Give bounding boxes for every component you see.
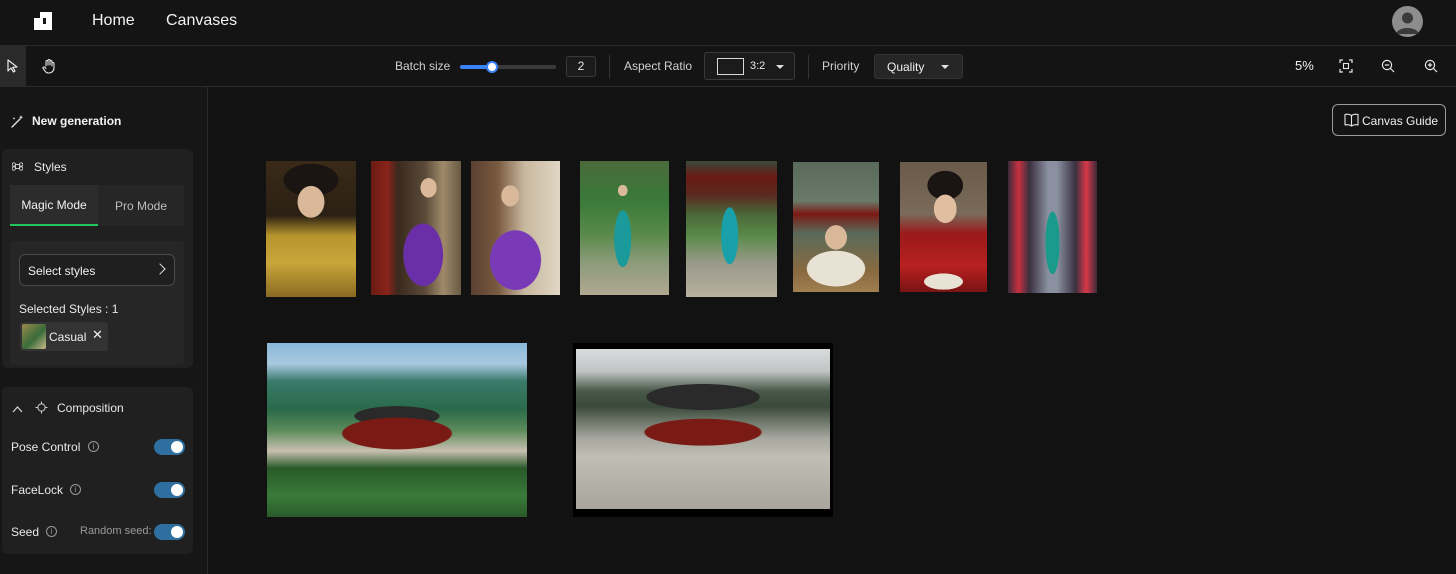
user-silhouette-icon — [1396, 12, 1419, 34]
tab-pro-mode[interactable]: Pro Mode — [98, 185, 184, 226]
tab-magic-mode[interactable]: Magic Mode — [10, 185, 98, 226]
generated-image-5[interactable] — [686, 161, 777, 297]
batch-size-slider-thumb[interactable] — [485, 61, 498, 73]
book-icon — [1344, 113, 1359, 127]
zoom-in-button[interactable] — [1421, 56, 1441, 76]
priority-label: Priority — [822, 59, 860, 73]
new-generation-button[interactable]: New generation — [10, 111, 121, 131]
zoom-level: 5% — [1295, 58, 1314, 73]
crosshair-icon — [35, 401, 48, 414]
aspect-ratio-value: 3:2 — [750, 60, 766, 72]
top-navigation-bar: Home Canvases — [0, 0, 1456, 46]
user-avatar[interactable] — [1392, 6, 1423, 37]
aspect-ratio-select[interactable]: 3:2 — [704, 52, 795, 80]
batch-size-input[interactable]: 2 — [566, 56, 596, 77]
zoom-in-icon — [1424, 59, 1438, 73]
generated-image-3[interactable] — [471, 161, 560, 295]
remove-style-button[interactable]: ✕ — [92, 327, 103, 343]
styles-panel: Styles Magic Mode Pro Mode Select styles… — [2, 149, 193, 368]
random-seed-label: Random seed: — [80, 525, 152, 537]
pan-tool-button[interactable] — [36, 46, 62, 86]
info-icon[interactable]: i — [88, 441, 99, 452]
batch-size-slider[interactable] — [460, 61, 556, 73]
hand-icon — [42, 58, 55, 74]
command-icon — [12, 162, 23, 171]
zoom-out-button[interactable] — [1378, 56, 1398, 76]
aspect-ratio-label: Aspect Ratio — [624, 59, 693, 73]
chevron-right-icon — [154, 263, 166, 275]
caret-down-icon — [941, 65, 949, 69]
pose-control-label: Pose Control — [11, 440, 81, 454]
selected-styles-count: Selected Styles : 1 — [19, 302, 119, 316]
canvas-guide-button[interactable]: Canvas Guide — [1332, 104, 1446, 136]
aspect-ratio-preview-icon — [717, 58, 744, 75]
toggle-knob — [171, 526, 183, 538]
brand-logo-icon[interactable] — [34, 12, 52, 30]
style-thumbnail — [22, 324, 46, 349]
facelock-toggle[interactable] — [154, 482, 185, 498]
generated-image-8[interactable] — [1008, 161, 1097, 293]
generated-landscape-1[interactable] — [267, 343, 527, 517]
canvas-guide-label: Canvas Guide — [1362, 114, 1439, 128]
priority-select[interactable]: Quality — [874, 54, 963, 79]
toggle-knob — [171, 484, 183, 496]
toggle-knob — [171, 441, 183, 453]
generated-image-2[interactable] — [371, 161, 461, 295]
composition-panel: Composition Pose Control i FaceLock i Se… — [2, 387, 193, 554]
toolbar-divider — [609, 55, 610, 79]
style-chip-casual: Casual ✕ — [20, 322, 108, 351]
generated-image-7[interactable] — [900, 162, 987, 292]
generated-image-6[interactable] — [793, 162, 879, 292]
new-generation-label: New generation — [32, 114, 122, 128]
style-selection-box: Select styles Selected Styles : 1 Casual… — [10, 241, 184, 365]
select-styles-button[interactable]: Select styles — [19, 254, 175, 286]
pose-control-toggle[interactable] — [154, 439, 185, 455]
facelock-label: FaceLock — [11, 483, 64, 497]
generated-image-4[interactable] — [580, 161, 669, 295]
composition-title: Composition — [57, 401, 124, 415]
seed-label: Seed — [11, 525, 40, 539]
select-styles-label: Select styles — [28, 264, 96, 278]
nav-link-canvases[interactable]: Canvases — [166, 12, 237, 30]
nav-link-home[interactable]: Home — [92, 12, 135, 30]
priority-value: Quality — [887, 60, 925, 74]
magic-wand-icon — [11, 114, 24, 128]
generated-image-1[interactable] — [266, 161, 356, 297]
fit-screen-icon — [1339, 59, 1353, 73]
mode-tabs: Magic Mode Pro Mode — [10, 185, 184, 226]
style-chip-label: Casual — [49, 330, 87, 344]
cursor-arrow-icon — [7, 59, 18, 73]
info-icon[interactable]: i — [70, 484, 81, 495]
generation-toolbar: Batch size 2 Aspect Ratio 3:2 Priority Q… — [0, 46, 1456, 87]
generation-sidebar: New generation Styles Magic Mode Pro Mod… — [0, 87, 208, 574]
generated-landscape-2[interactable] — [573, 343, 833, 517]
caret-down-icon — [776, 65, 784, 69]
toolbar-divider — [808, 55, 809, 79]
batch-size-label: Batch size — [395, 59, 451, 73]
styles-title: Styles — [34, 160, 67, 174]
random-seed-toggle[interactable] — [154, 524, 185, 540]
chevron-up-icon[interactable] — [12, 405, 23, 413]
select-tool-button[interactable] — [0, 46, 26, 86]
fit-view-button[interactable] — [1336, 56, 1356, 76]
info-icon[interactable]: i — [46, 526, 57, 537]
landscape-image-content — [576, 349, 830, 509]
zoom-out-icon — [1381, 59, 1395, 73]
